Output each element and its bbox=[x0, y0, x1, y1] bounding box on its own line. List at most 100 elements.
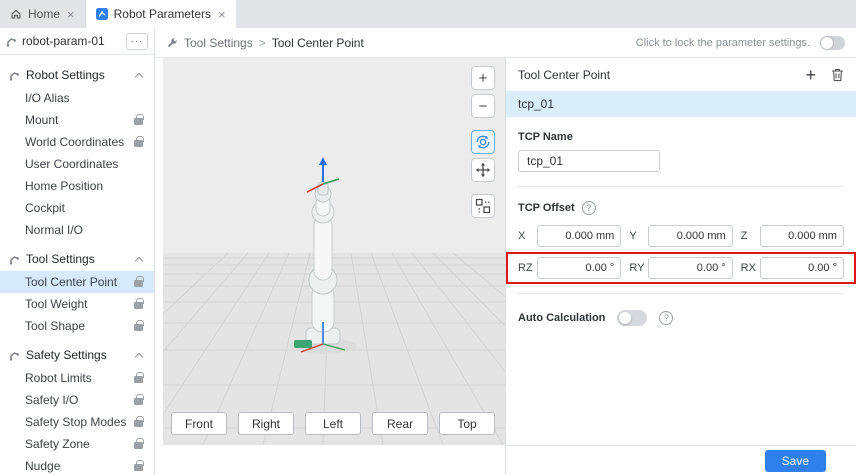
tab-label: Robot Parameters bbox=[114, 7, 211, 21]
tcp-offset-rotation-row: RZ 0.00 ° RY 0.00 ° RX 0.00 ° bbox=[518, 257, 844, 279]
orbit-rotate-button[interactable] bbox=[471, 130, 495, 154]
3d-viewport[interactable]: + − bbox=[163, 58, 505, 445]
view-rear-button[interactable]: Rear bbox=[372, 412, 428, 435]
sidebar-item-label: Tool Center Point bbox=[25, 275, 117, 289]
toggle-knob bbox=[619, 312, 631, 324]
sidebar-item-safety-stop-modes[interactable]: Safety Stop Modes bbox=[0, 411, 154, 433]
sidebar-item-label: World Coordinates bbox=[25, 135, 124, 149]
y-offset-input[interactable]: 0.000 mm bbox=[648, 225, 732, 247]
tcp-name-input[interactable] bbox=[518, 150, 660, 172]
trash-icon bbox=[831, 68, 844, 82]
sidebar-section-safety-settings[interactable]: Safety Settings bbox=[0, 343, 154, 367]
tab-label: Home bbox=[28, 7, 60, 21]
field-label-ry: RY bbox=[629, 262, 644, 274]
pan-icon bbox=[475, 162, 491, 178]
sidebar-item-label: Tool Shape bbox=[25, 319, 85, 333]
sidebar-item-nudge[interactable]: Nudge bbox=[0, 455, 154, 475]
zoom-in-button[interactable]: + bbox=[471, 66, 495, 90]
robot-arm-icon bbox=[9, 70, 20, 81]
z-offset-input[interactable]: 0.000 mm bbox=[760, 225, 844, 247]
tab-robot-parameters[interactable]: Robot Parameters × bbox=[86, 0, 236, 28]
help-icon[interactable]: ? bbox=[659, 311, 673, 325]
sidebar-item-label: Mount bbox=[25, 113, 58, 127]
sidebar-item-robot-limits[interactable]: Robot Limits bbox=[0, 367, 154, 389]
sidebar-item-label: Nudge bbox=[25, 459, 60, 473]
tcp-offset-header: TCP Offset ? bbox=[518, 201, 844, 215]
sidebar-item-label: Safety Stop Modes bbox=[25, 415, 126, 429]
parameter-lock-toggle[interactable] bbox=[820, 36, 845, 50]
viewport-wrap: + − bbox=[155, 58, 505, 475]
close-icon[interactable]: × bbox=[66, 8, 76, 21]
tcp-list-item-selected[interactable]: tcp_01 bbox=[506, 91, 856, 117]
robot-parameters-icon bbox=[96, 8, 108, 20]
tcp-offset-ry-field: RY 0.00 ° bbox=[629, 257, 732, 279]
help-icon[interactable]: ? bbox=[582, 201, 596, 215]
section-label: Robot Settings bbox=[26, 68, 105, 82]
sidebar-item-normal-io[interactable]: Normal I/O bbox=[0, 219, 154, 241]
tcp-name-label: TCP Name bbox=[518, 131, 844, 143]
auto-calculation-toggle[interactable] bbox=[617, 310, 647, 326]
sidebar-item-tool-center-point[interactable]: Tool Center Point bbox=[0, 271, 154, 293]
tcp-offset-z-field: Z 0.000 mm bbox=[741, 225, 844, 247]
sidebar-item-label: Normal I/O bbox=[25, 223, 83, 237]
chevron-up-icon bbox=[135, 72, 143, 80]
sidebar-section-tool-settings[interactable]: Tool Settings bbox=[0, 247, 154, 271]
view-top-button[interactable]: Top bbox=[439, 412, 495, 435]
view-layout-button[interactable] bbox=[471, 194, 495, 218]
sidebar: robot-param-01 ··· Robot Settings I/O Al… bbox=[0, 28, 155, 475]
parameter-set-row[interactable]: robot-param-01 ··· bbox=[0, 28, 154, 55]
divider bbox=[518, 186, 844, 187]
sidebar-item-tool-weight[interactable]: Tool Weight bbox=[0, 293, 154, 315]
sidebar-item-label: Tool Weight bbox=[25, 297, 87, 311]
sidebar-item-tool-shape[interactable]: Tool Shape bbox=[0, 315, 154, 337]
section-label: Safety Settings bbox=[26, 348, 107, 362]
view-front-button[interactable]: Front bbox=[171, 412, 227, 435]
sidebar-item-safety-io[interactable]: Safety I/O bbox=[0, 389, 154, 411]
rx-offset-input[interactable]: 0.00 ° bbox=[760, 257, 844, 279]
view-right-button[interactable]: Right bbox=[238, 412, 294, 435]
sidebar-item-home-position[interactable]: Home Position bbox=[0, 175, 154, 197]
content-area: Tool Settings > Tool Center Point Click … bbox=[155, 28, 856, 475]
sidebar-section-robot-settings[interactable]: Robot Settings bbox=[0, 63, 154, 87]
sidebar-item-safety-zone[interactable]: Safety Zone bbox=[0, 433, 154, 455]
pan-move-button[interactable] bbox=[471, 158, 495, 182]
x-offset-input[interactable]: 0.000 mm bbox=[537, 225, 621, 247]
rz-offset-input[interactable]: 0.00 ° bbox=[537, 257, 621, 279]
sidebar-item-user-coordinates[interactable]: User Coordinates bbox=[0, 153, 154, 175]
robot-arm-icon bbox=[9, 254, 20, 265]
zoom-out-button[interactable]: − bbox=[471, 94, 495, 118]
view-left-button[interactable]: Left bbox=[305, 412, 361, 435]
tcp-offset-rx-field: RX 0.00 ° bbox=[741, 257, 844, 279]
robot-3d-scene bbox=[163, 58, 505, 445]
parameter-set-name: robot-param-01 bbox=[22, 34, 121, 48]
panel-footer: Save bbox=[506, 445, 856, 475]
lock-icon bbox=[134, 118, 143, 125]
content-header: Tool Settings > Tool Center Point Click … bbox=[155, 28, 856, 58]
delete-tcp-button[interactable] bbox=[831, 68, 844, 82]
sidebar-item-label: I/O Alias bbox=[25, 91, 70, 105]
app-window: Home × Robot Parameters × robot-param-01… bbox=[0, 0, 856, 475]
sidebar-item-label: Robot Limits bbox=[25, 371, 92, 385]
lock-icon bbox=[134, 464, 143, 471]
breadcrumb-separator: > bbox=[259, 36, 266, 50]
lock-icon bbox=[134, 420, 143, 427]
tab-home[interactable]: Home × bbox=[0, 0, 86, 28]
viewport-controls: + − bbox=[471, 66, 495, 222]
breadcrumb-parent[interactable]: Tool Settings bbox=[184, 36, 253, 50]
sidebar-item-cockpit[interactable]: Cockpit bbox=[0, 197, 154, 219]
sidebar-item-mount[interactable]: Mount bbox=[0, 109, 154, 131]
section-label: Tool Settings bbox=[26, 252, 95, 266]
tcp-offset-x-field: X 0.000 mm bbox=[518, 225, 621, 247]
close-icon[interactable]: × bbox=[217, 8, 227, 21]
orbit-icon bbox=[475, 134, 491, 150]
wrench-icon bbox=[166, 37, 178, 49]
ry-offset-input[interactable]: 0.00 ° bbox=[648, 257, 732, 279]
add-tcp-button[interactable]: + bbox=[805, 68, 816, 82]
more-options-button[interactable]: ··· bbox=[126, 33, 148, 50]
view-preset-buttons: Front Right Left Rear Top bbox=[171, 412, 495, 435]
panel-body: TCP Name TCP Offset ? X 0.000 mm bbox=[506, 117, 856, 445]
lock-hint-text: Click to lock the parameter settings. bbox=[636, 37, 810, 49]
save-button[interactable]: Save bbox=[765, 450, 826, 472]
sidebar-item-io-alias[interactable]: I/O Alias bbox=[0, 87, 154, 109]
sidebar-item-world-coordinates[interactable]: World Coordinates bbox=[0, 131, 154, 153]
